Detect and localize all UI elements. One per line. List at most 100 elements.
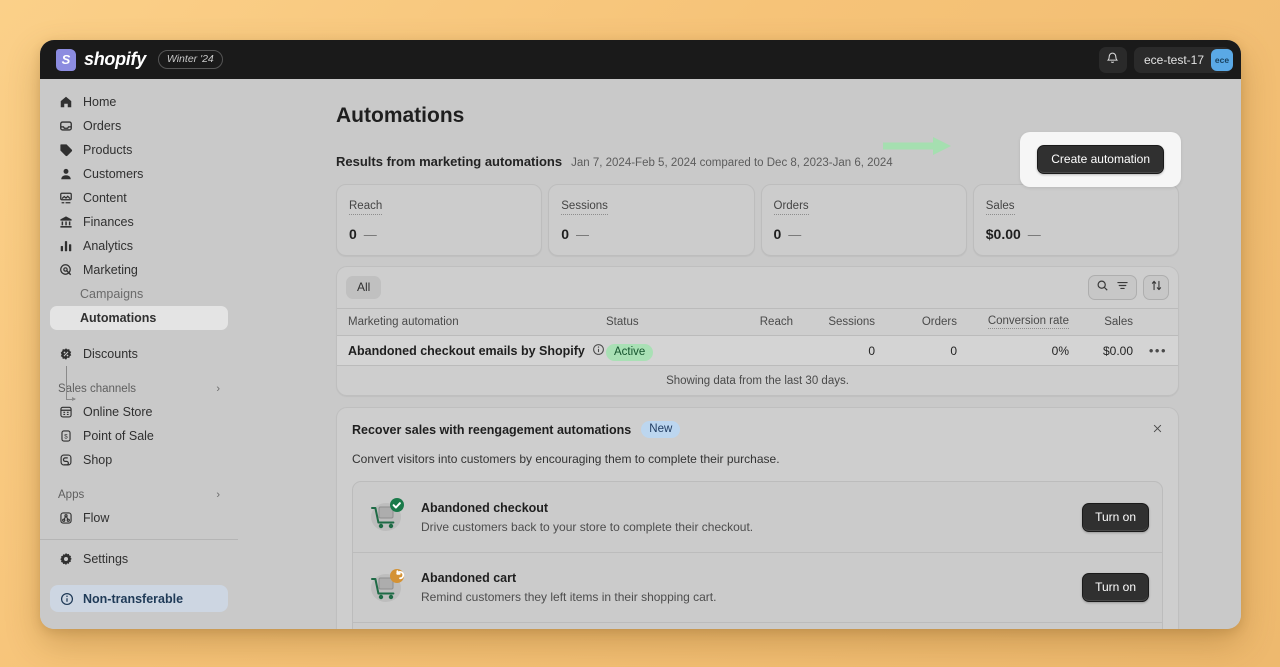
sidebar-item-label: Marketing (83, 263, 138, 277)
store-switcher-button[interactable]: ece-test-17 ece (1133, 46, 1233, 73)
sidebar-item-shop[interactable]: Shop (50, 448, 228, 472)
table-cell-orders: 0 (950, 343, 957, 358)
list-item[interactable]: Abandoned cart Remind customers they lef… (353, 552, 1162, 622)
sidebar-divider (40, 539, 238, 540)
discount-icon (58, 347, 73, 362)
sidebar-item-products[interactable]: Products (50, 138, 228, 162)
top-navigation-bar: S shopify Winter '24 Search ⌘ K (40, 40, 1241, 112)
sidebar-section-label: Apps (58, 489, 85, 501)
metric-card-reach[interactable]: Reach 0 — (336, 184, 543, 256)
content-image-icon (58, 191, 73, 206)
avatar[interactable]: ece (1211, 48, 1233, 71)
subtree-arrow-icon (66, 396, 76, 401)
column-header-name: Marketing automation (348, 316, 459, 328)
column-header-conversion-wrap: Conversion rate (957, 315, 1069, 329)
cart-undo-icon (366, 567, 408, 609)
filter-icon[interactable] (1116, 279, 1129, 297)
sidebar-item-home[interactable]: Home (50, 90, 228, 114)
sidebar-item-settings[interactable]: Settings (50, 547, 228, 571)
page-title: Automations (336, 104, 465, 127)
metric-value-wrap: $0.00 — (986, 226, 1166, 242)
browser-window: S shopify Winter '24 Search ⌘ K (40, 40, 1241, 629)
cart-check-icon (366, 496, 408, 538)
table-cell-actions: ••• (1133, 342, 1167, 360)
page-header: Automations (336, 99, 1179, 133)
table-cell-status: Active (606, 342, 711, 361)
table-cell-sales: $0.00 (1102, 343, 1133, 358)
sidebar-item-marketing[interactable]: Marketing (50, 258, 228, 282)
chevron-right-icon[interactable]: › (216, 489, 220, 501)
sidebar-section-label: Sales channels (58, 383, 136, 395)
sidebar-item-label: Finances (83, 215, 134, 229)
non-transferable-badge[interactable]: Non-transferable (50, 585, 228, 612)
sidebar-item-point-of-sale[interactable]: $ Point of Sale (50, 424, 228, 448)
main-content: Automations Create automation Results fr… (238, 79, 1241, 629)
sidebar-item-content[interactable]: Content (50, 186, 228, 210)
sidebar-item-label: Content (83, 191, 127, 205)
topbar-right-group: ece-test-17 ece (1098, 46, 1233, 73)
sidebar-section-sales-channels[interactable]: Sales channels › (50, 378, 228, 400)
info-circle-icon[interactable] (592, 343, 605, 359)
turn-on-button[interactable]: Turn on (1082, 573, 1149, 602)
metric-card-sales[interactable]: Sales $0.00 — (972, 184, 1179, 256)
subtree-connector (66, 366, 67, 400)
list-item-description: Remind customers they left items in thei… (421, 590, 717, 604)
bank-icon (58, 215, 73, 230)
info-circle-icon (59, 591, 74, 606)
metric-card-orders[interactable]: Orders 0 — (760, 184, 967, 256)
sidebar-item-customers[interactable]: Customers (50, 162, 228, 186)
list-item[interactable]: Abandoned checkout Drive customers back … (353, 482, 1162, 552)
point-of-sale-icon: $ (58, 429, 73, 444)
sidebar-item-analytics[interactable]: Analytics (50, 234, 228, 258)
table-row[interactable]: Abandoned checkout emails by Shopify Act… (337, 335, 1178, 365)
sidebar-item-finances[interactable]: Finances (50, 210, 228, 234)
online-store-icon (58, 405, 73, 420)
results-date-range[interactable]: Jan 7, 2024-Feb 5, 2024 compared to Dec … (571, 157, 893, 169)
table-toolbar: All (337, 267, 1178, 308)
turn-on-button[interactable]: Turn on (1082, 502, 1149, 532)
tab-all[interactable]: All (346, 276, 382, 299)
sidebar-item-campaigns[interactable]: Campaigns (50, 282, 228, 306)
notifications-button[interactable] (1098, 46, 1127, 73)
chevron-right-icon[interactable]: › (216, 383, 220, 395)
column-header-sales: Sales (1104, 316, 1133, 328)
search-icon[interactable] (1096, 279, 1109, 297)
metric-card-sessions[interactable]: Sessions 0 — (548, 184, 755, 256)
hint-arrow-icon (881, 135, 957, 162)
shopify-logo-letter: S (61, 52, 71, 67)
create-automation-button[interactable]: Create automation (1037, 145, 1164, 174)
shopify-brand[interactable]: S shopify Winter '24 (50, 48, 223, 71)
table-cell-name[interactable]: Abandoned checkout emails by Shopify (348, 343, 606, 359)
sidebar-item-online-store[interactable]: Online Store (50, 400, 228, 424)
table-cell-sessions: 0 (868, 343, 875, 358)
column-header-status: Status (606, 316, 639, 328)
release-badge: Winter '24 (157, 50, 223, 69)
table-toolbar-actions (1088, 275, 1169, 300)
home-icon (58, 95, 73, 110)
metric-value: 0 (561, 226, 570, 242)
promo-item-list: Abandoned checkout Drive customers back … (352, 481, 1163, 629)
column-header-reach: Reach (759, 316, 793, 328)
sidebar-item-flow[interactable]: Flow (50, 506, 228, 530)
metric-delta: — (363, 226, 377, 242)
automation-name: Abandoned checkout emails by Shopify (348, 343, 585, 358)
bell-icon (1106, 51, 1119, 69)
sidebar-section-apps[interactable]: Apps › (50, 484, 228, 506)
person-icon (58, 167, 73, 182)
sidebar-item-automations[interactable]: Automations (50, 306, 228, 330)
sort-button[interactable] (1143, 275, 1169, 300)
column-header-sessions: Sessions (828, 316, 875, 328)
column-header-orders: Orders (921, 316, 957, 328)
promo-title: Recover sales with reengagement automati… (352, 422, 632, 437)
metrics-row: Reach 0 — Sessions 0 — Orders 0 — Sales … (336, 184, 1179, 256)
list-item[interactable]: Abandoned product browse Turn on (353, 622, 1162, 629)
sort-arrows-icon (1150, 279, 1163, 297)
search-and-filter-group[interactable] (1088, 275, 1137, 300)
sidebar-item-discounts[interactable]: Discounts (50, 342, 228, 366)
close-icon[interactable] (1152, 423, 1163, 436)
row-actions-menu-button[interactable]: ••• (1149, 343, 1167, 358)
marketing-target-icon (58, 263, 73, 278)
sidebar-item-orders[interactable]: Orders (50, 114, 228, 138)
